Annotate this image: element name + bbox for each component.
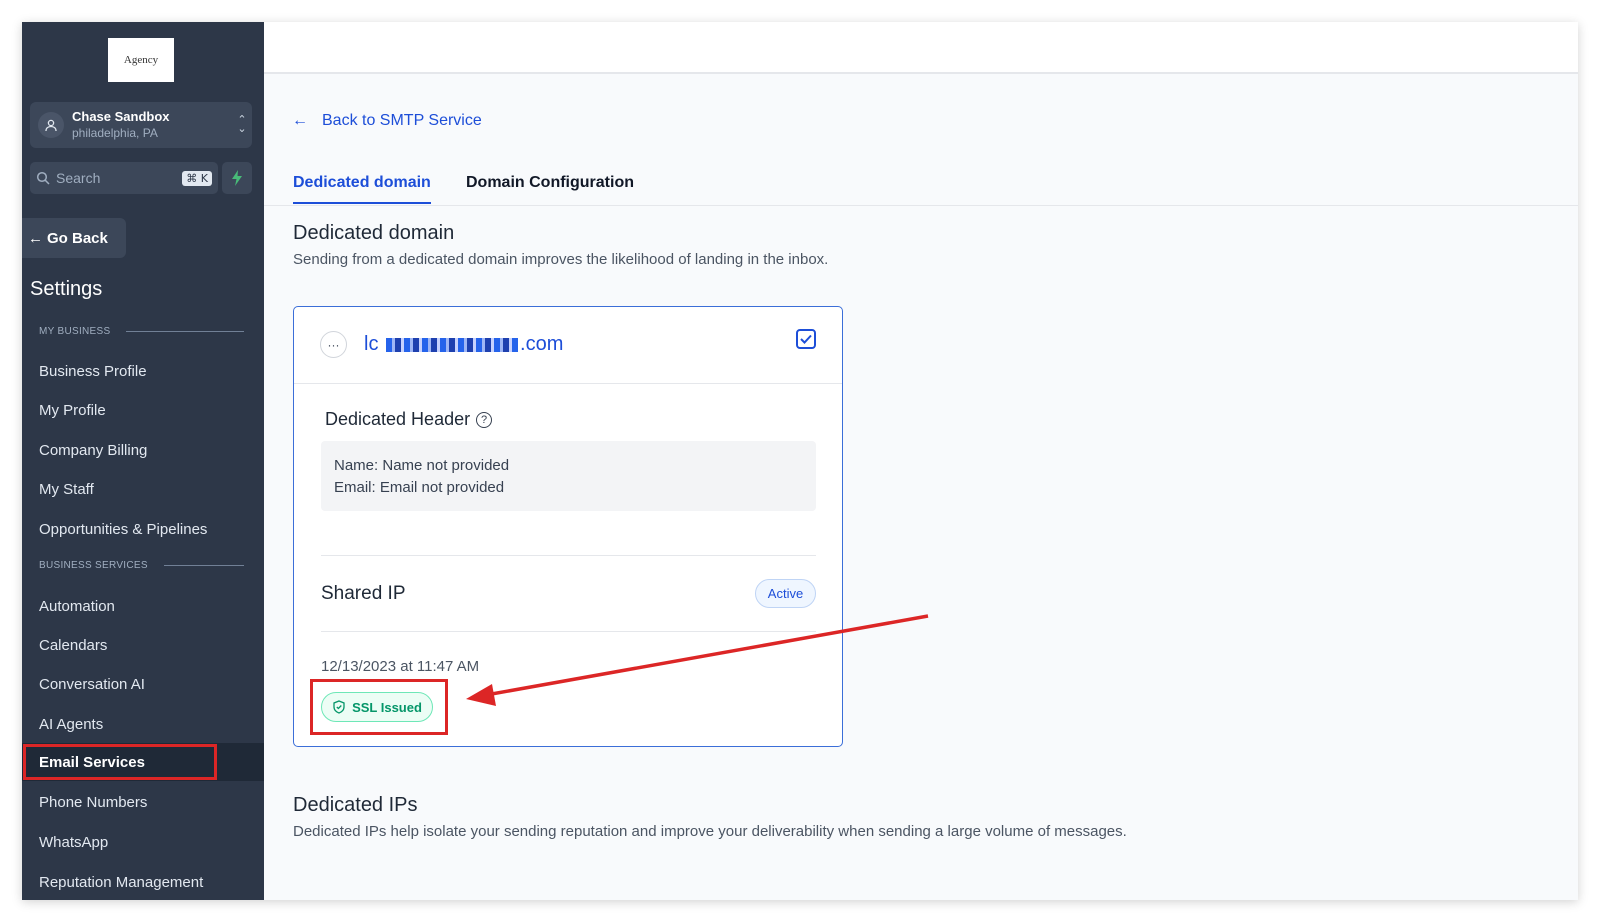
sidebar-item-business-profile[interactable]: Business Profile <box>22 352 264 390</box>
name-value: Name not provided <box>382 457 510 474</box>
more-options-button[interactable]: ··· <box>320 331 347 358</box>
dedicated-domain-heading: Dedicated domain <box>293 222 455 244</box>
name-label: Name: <box>334 457 379 474</box>
section-my-business: MY BUSINESS <box>39 326 244 337</box>
back-link-label: Back to SMTP Service <box>322 112 482 129</box>
search-placeholder: Search <box>56 170 101 186</box>
tab-bar: Dedicated domain Domain Configuration <box>264 162 1578 206</box>
sidebar-item-opportunities[interactable]: Opportunities & Pipelines <box>22 510 264 548</box>
annotation-highlight-email-services <box>23 744 217 780</box>
shared-ip-label: Shared IP <box>321 583 406 604</box>
lightning-icon <box>232 170 242 186</box>
sidebar-item-automation[interactable]: Automation <box>22 587 264 625</box>
sidebar-item-calendars[interactable]: Calendars <box>22 626 264 664</box>
sidebar-item-reputation-management[interactable]: Reputation Management <box>22 863 264 900</box>
email-value: Email not provided <box>379 479 505 496</box>
check-icon <box>800 334 812 344</box>
dedicated-domain-description: Sending from a dedicated domain improves… <box>293 251 829 268</box>
arrow-left-icon: ← <box>28 229 43 247</box>
dedicated-ips-heading: Dedicated IPs <box>293 794 418 816</box>
sidebar-item-phone-numbers[interactable]: Phone Numbers <box>22 783 264 821</box>
account-location: philadelphia, PA <box>72 126 158 140</box>
section-business-services: BUSINESS SERVICES <box>39 560 244 571</box>
email-label: Email: <box>334 479 376 496</box>
sidebar-item-whatsapp[interactable]: WhatsApp <box>22 823 264 861</box>
chevron-updown-icon: ⌃ ⌄ <box>237 114 247 135</box>
sidebar: Agency Chase Sandbox philadelphia, PA ⌃ ⌄… <box>22 22 264 900</box>
tab-domain-configuration[interactable]: Domain Configuration <box>466 174 634 202</box>
tab-dedicated-domain[interactable]: Dedicated domain <box>293 174 431 204</box>
dedicated-header-info: Name: Name not provided Email: Email not… <box>321 441 816 511</box>
domain-name[interactable]: lc .com <box>364 333 563 356</box>
sidebar-item-ai-agents[interactable]: AI Agents <box>22 705 264 743</box>
search-icon <box>36 171 50 185</box>
back-to-smtp-link[interactable]: ← Back to SMTP Service <box>292 112 482 130</box>
sidebar-item-conversation-ai[interactable]: Conversation AI <box>22 665 264 703</box>
sidebar-item-company-billing[interactable]: Company Billing <box>22 431 264 469</box>
app-window: Agency Chase Sandbox philadelphia, PA ⌃ ⌄… <box>22 22 1578 900</box>
logo-text: Agency <box>123 54 159 66</box>
arrow-left-icon: ← <box>292 112 308 129</box>
user-icon <box>38 112 64 138</box>
quick-action-button[interactable] <box>222 162 252 194</box>
settings-title: Settings <box>30 278 103 300</box>
domain-checkbox[interactable] <box>796 329 816 349</box>
sidebar-item-my-profile[interactable]: My Profile <box>22 391 264 429</box>
annotation-highlight-ssl <box>310 679 448 735</box>
search-shortcut: ⌘ K <box>182 170 212 186</box>
help-icon[interactable]: ? <box>476 411 493 428</box>
redacted-domain <box>386 337 519 352</box>
top-bar <box>264 22 1578 74</box>
dedicated-header-title: Dedicated Header ? <box>325 409 493 430</box>
agency-logo[interactable]: Agency <box>108 38 174 82</box>
divider <box>294 383 842 384</box>
go-back-label: Go Back <box>47 229 108 247</box>
sidebar-item-my-staff[interactable]: My Staff <box>22 470 264 508</box>
dedicated-ips-description: Dedicated IPs help isolate your sending … <box>293 823 1127 840</box>
go-back-button[interactable]: ← Go Back <box>22 218 126 258</box>
annotation-arrow <box>466 614 929 706</box>
search-input[interactable]: Search ⌘ K <box>30 162 218 194</box>
account-switcher[interactable]: Chase Sandbox philadelphia, PA ⌃ ⌄ <box>30 102 252 148</box>
account-name: Chase Sandbox <box>72 109 170 124</box>
divider <box>321 555 816 556</box>
